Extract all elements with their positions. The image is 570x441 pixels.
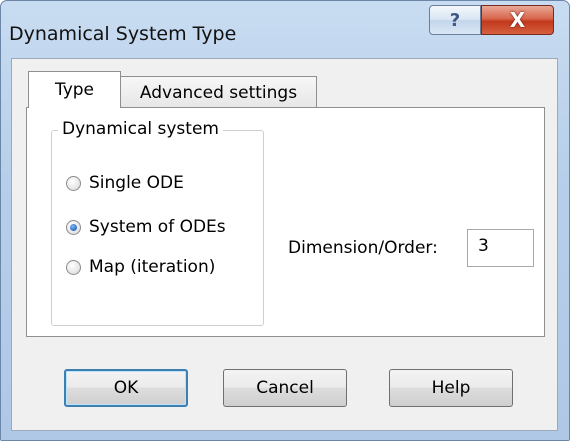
question-mark-icon: ? [449,9,461,31]
radio-label: System of ODEs [89,217,226,237]
radio-label: Single ODE [89,173,184,193]
window-title: Dynamical System Type [9,23,237,45]
dimension-order-input[interactable]: 3 [467,229,534,267]
dialog-window: Dynamical System Type ? X Type Advanced … [0,0,570,441]
radio-button[interactable] [66,259,81,275]
radio-single-ode[interactable]: Single ODE [66,173,184,193]
dimension-order-label: Dimension/Order: [288,238,438,258]
dialog-client-area: Type Advanced settings Dynamical system … [11,58,558,431]
title-bar[interactable]: Dynamical System Type ? X [1,1,569,57]
radio-map-iteration[interactable]: Map (iteration) [66,257,215,277]
radio-button[interactable] [66,175,81,191]
group-title: Dynamical system [58,119,223,139]
dynamical-system-group: Dynamical system Single ODE System of OD… [51,119,264,326]
radio-button-selected[interactable] [66,219,81,235]
radio-system-of-odes[interactable]: System of ODEs [66,217,226,237]
close-icon: X [509,8,526,32]
close-button[interactable]: X [481,5,554,35]
help-titlebar-button[interactable]: ? [429,5,481,35]
cancel-button[interactable]: Cancel [223,369,347,407]
tab-panel-type: Dynamical system Single ODE System of OD… [26,107,545,337]
tab-advanced-settings[interactable]: Advanced settings [120,76,317,108]
ok-button[interactable]: OK [64,369,188,407]
help-button[interactable]: Help [389,369,513,407]
tab-type[interactable]: Type [28,71,121,108]
radio-label: Map (iteration) [89,257,216,277]
